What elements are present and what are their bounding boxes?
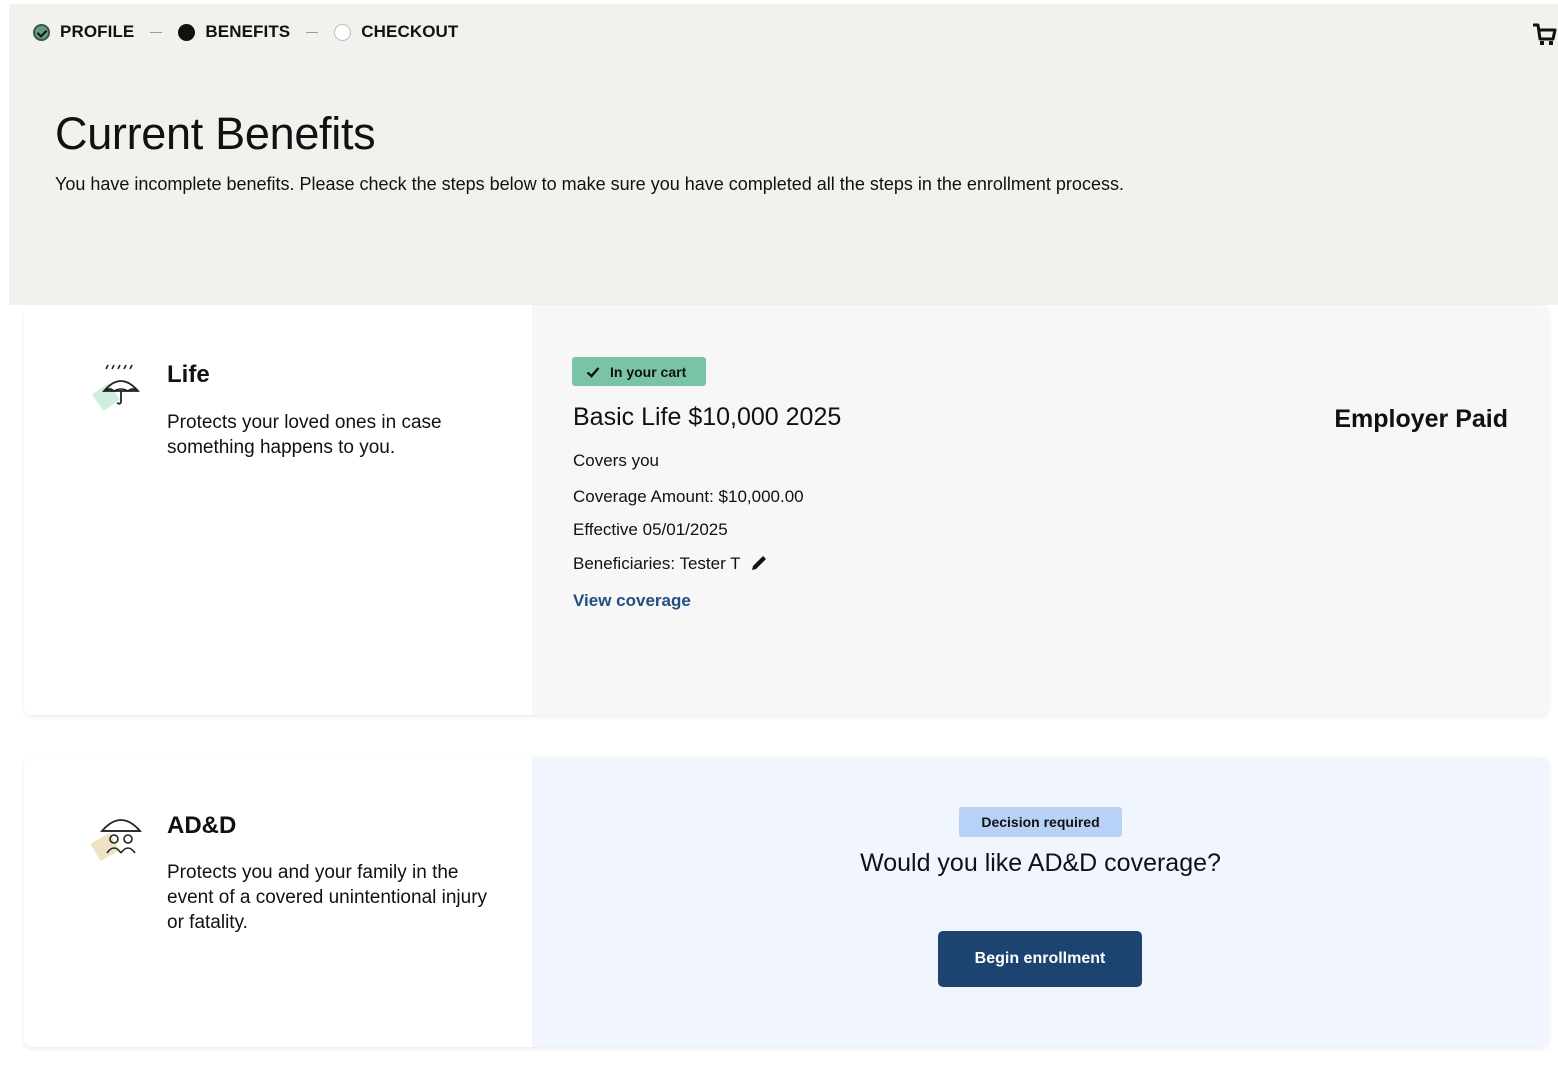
coverage-amount: Coverage Amount: $10,000.00	[573, 487, 804, 506]
pencil-icon[interactable]	[749, 553, 769, 573]
step-checkout[interactable]: CHECKOUT	[334, 22, 458, 42]
effective-date: Effective 05/01/2025	[573, 520, 728, 539]
empty-circle-icon	[334, 23, 352, 41]
plan-title: Basic Life $10,000 2025	[573, 403, 842, 431]
checkmark-icon	[586, 366, 600, 378]
enrollment-stepper: PROFILE BENEFITS CHECKOUT	[33, 21, 458, 43]
badge-label: In your cart	[610, 363, 687, 380]
benefit-details: In your cart Basic Life $10,000 2025 Cov…	[532, 305, 1549, 715]
umbrella-rain-icon	[92, 364, 140, 411]
step-profile[interactable]: PROFILE	[33, 22, 134, 42]
page-subtitle: You have incomplete benefits. Please che…	[55, 174, 1124, 194]
filled-circle-icon	[178, 23, 196, 41]
beneficiaries-text: Beneficiaries: Tester T	[573, 554, 741, 573]
view-coverage-link[interactable]: View coverage	[573, 591, 691, 611]
step-separator	[150, 31, 163, 33]
cart-button[interactable]	[1531, 21, 1558, 49]
step-label: PROFILE	[60, 22, 135, 41]
benefit-name: Life	[167, 361, 210, 388]
step-benefits[interactable]: BENEFITS	[178, 22, 290, 42]
step-separator	[306, 31, 319, 33]
beneficiaries-row: Beneficiaries: Tester T	[573, 553, 769, 574]
begin-enrollment-button[interactable]: Begin enrollment	[938, 931, 1142, 987]
enrollment-question: Would you like AD&D coverage?	[860, 849, 1221, 877]
decision-required-badge: Decision required	[959, 807, 1122, 837]
benefit-description: Protects you and your family in the even…	[167, 862, 488, 933]
in-cart-badge: In your cart	[572, 357, 707, 386]
benefit-summary: AD&D Protects you and your family in the…	[24, 757, 532, 1047]
step-label: CHECKOUT	[361, 22, 459, 41]
cost-label: Employer Paid	[1334, 405, 1508, 433]
benefit-card-add: AD&D Protects you and your family in the…	[24, 757, 1549, 1047]
benefit-summary: Life Protects your loved ones in case so…	[24, 305, 532, 715]
benefit-card-life: Life Protects your loved ones in case so…	[24, 305, 1549, 715]
umbrella-family-icon	[90, 819, 142, 862]
covers-text: Covers you	[573, 451, 659, 470]
shopping-cart-icon	[1533, 23, 1557, 45]
benefit-name: AD&D	[167, 812, 237, 839]
header-panel: PROFILE BENEFITS CHECKOUT Current Benefi…	[9, 4, 1558, 305]
page-title: Current Benefits	[55, 108, 376, 159]
step-label: BENEFITS	[205, 22, 291, 41]
benefit-details: Decision required Would you like AD&D co…	[532, 757, 1549, 1047]
benefit-description: Protects your loved ones in case somethi…	[167, 412, 442, 458]
check-circle-icon	[33, 23, 50, 41]
